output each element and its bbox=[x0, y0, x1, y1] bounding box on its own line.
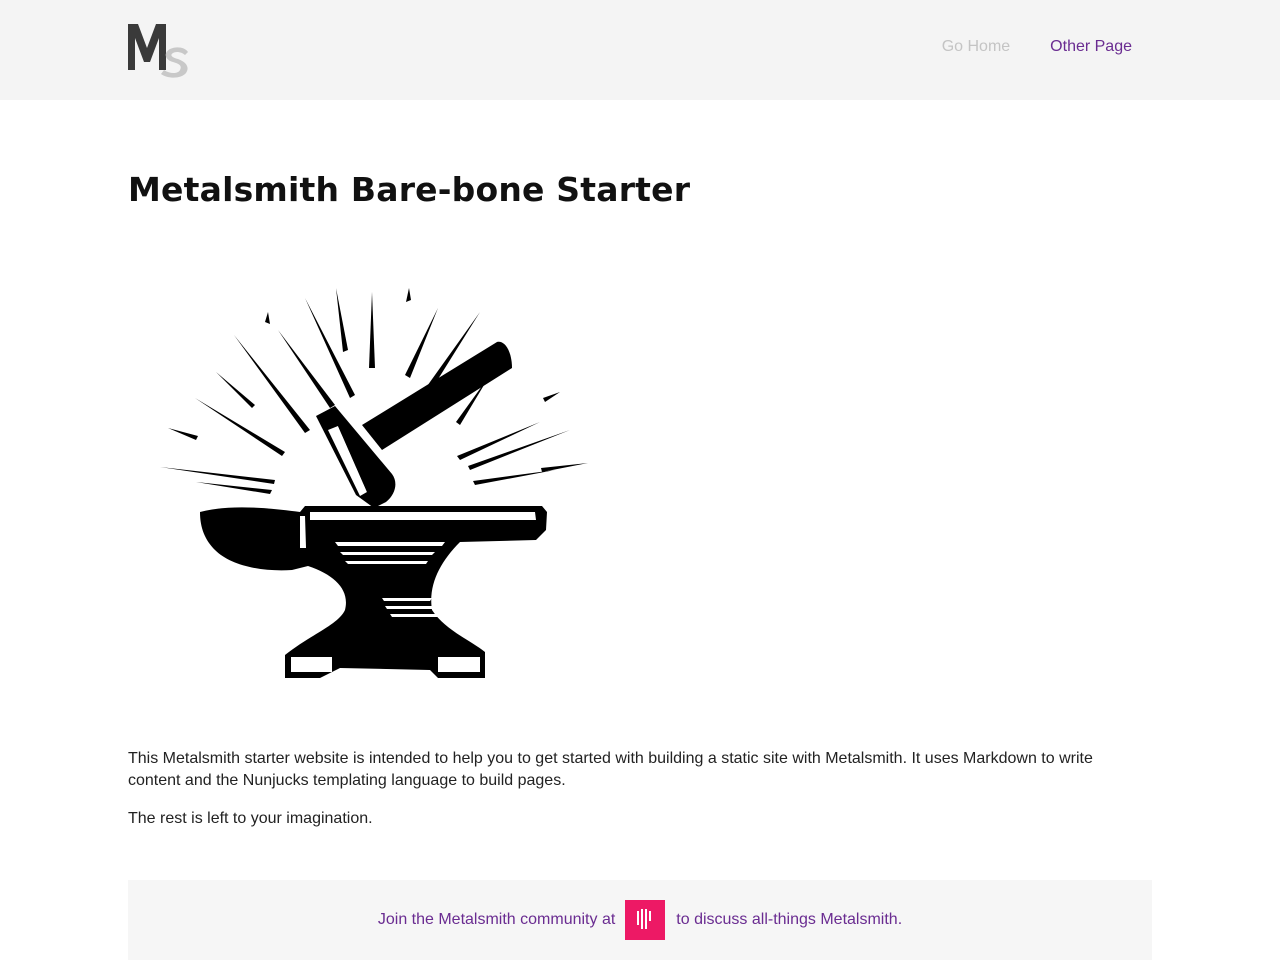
metalsmith-logo-link[interactable] bbox=[128, 22, 190, 78]
intro-paragraph: This Metalsmith starter website is inten… bbox=[128, 750, 1093, 789]
gitter-link[interactable] bbox=[625, 900, 666, 940]
site-header: Go Home Other Page bbox=[0, 0, 1280, 100]
community-suffix-text: to discuss all-things Metalsmith. bbox=[676, 911, 903, 928]
community-banner: Join the Metalsmith community at to disc… bbox=[128, 880, 1152, 960]
anvil-hammer-illustration bbox=[160, 280, 600, 690]
metalsmith-logo-icon bbox=[128, 22, 190, 78]
nav-link-go-home[interactable]: Go Home bbox=[942, 36, 1010, 58]
anvil bbox=[200, 506, 547, 678]
nav-link-other-page[interactable]: Other Page bbox=[1050, 36, 1132, 58]
closing-paragraph: The rest is left to your imagination. bbox=[128, 810, 373, 827]
page-title: Metalsmith Bare-bone Starter bbox=[128, 170, 691, 209]
community-prefix-text: Join the Metalsmith community at bbox=[377, 911, 616, 928]
main-nav: Go Home Other Page bbox=[942, 36, 1132, 58]
gitter-icon bbox=[637, 909, 653, 931]
